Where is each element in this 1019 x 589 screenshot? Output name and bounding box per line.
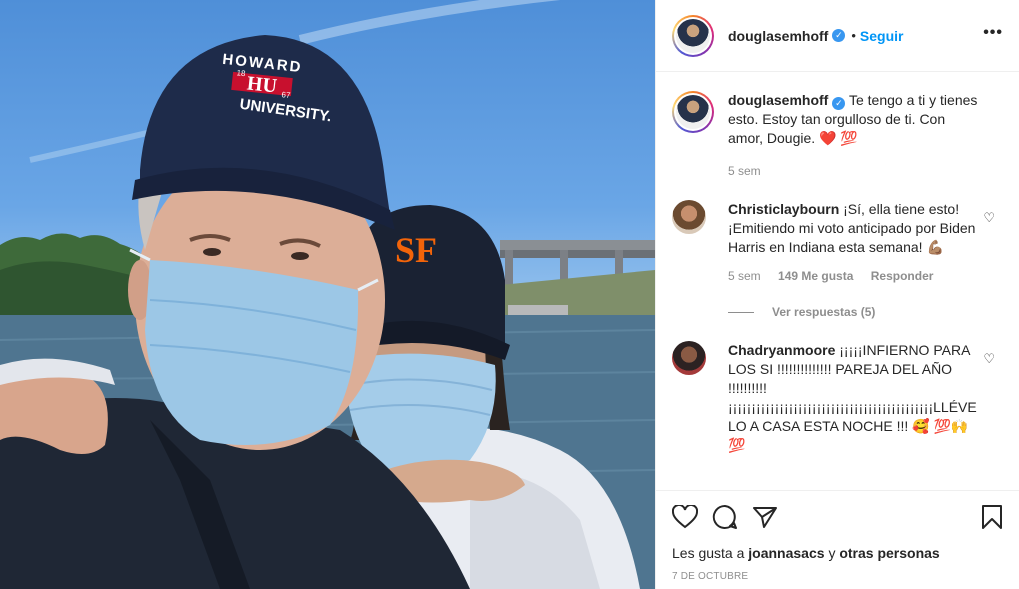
comment-text-block: Chadryanmoore ¡¡¡¡¡INFIERNO PARA LOS SI … bbox=[728, 341, 978, 455]
comment-text: ¡¡¡¡¡INFIERNO PARA LOS SI !!!!!!!!!!!!!!… bbox=[728, 342, 977, 453]
likes-summary: Les gusta a joannasacs y otras personas bbox=[672, 545, 1003, 561]
caption-username[interactable]: douglasemhoff bbox=[728, 92, 828, 108]
more-icon[interactable]: ••• bbox=[983, 24, 1003, 42]
likes-others[interactable]: otras personas bbox=[839, 545, 939, 561]
author-username[interactable]: douglasemhoff bbox=[728, 28, 828, 44]
comment-meta: 5 sem 149 Me gusta Responder bbox=[728, 269, 1003, 283]
comment-likes[interactable]: 149 Me gusta bbox=[778, 269, 853, 283]
share-icon[interactable] bbox=[752, 505, 778, 532]
like-comment-icon[interactable]: ♡ bbox=[983, 351, 995, 367]
cap-year-right: 67 bbox=[281, 90, 291, 100]
reply-button[interactable]: Responder bbox=[871, 269, 934, 283]
separator-dot: • bbox=[851, 28, 856, 43]
post-date[interactable]: 7 DE OCTUBRE bbox=[672, 571, 1003, 582]
comment-username[interactable]: Chadryanmoore bbox=[728, 342, 835, 358]
comments-list[interactable]: douglasemhoff ✓ Te tengo a ti y tienes es… bbox=[656, 73, 1019, 489]
post-footer: Les gusta a joannasacs y otras personas … bbox=[656, 490, 1019, 589]
view-replies-button[interactable]: Ver respuestas (5) bbox=[728, 305, 1003, 319]
bookmark-icon[interactable] bbox=[981, 504, 1003, 533]
post-header: douglasemhoff ✓ • Seguir ••• bbox=[656, 0, 1019, 72]
svg-text:SF: SF bbox=[395, 230, 437, 270]
follow-button[interactable]: Seguir bbox=[860, 28, 904, 44]
heart-icon[interactable] bbox=[671, 503, 699, 532]
like-comment-icon[interactable]: ♡ bbox=[983, 210, 995, 226]
caption-time[interactable]: 5 sem bbox=[728, 164, 761, 178]
commenter-avatar[interactable] bbox=[672, 200, 706, 234]
comment-item: Chadryanmoore ¡¡¡¡¡INFIERNO PARA LOS SI … bbox=[672, 341, 1003, 455]
author-avatar[interactable] bbox=[672, 14, 714, 57]
commenter-avatar[interactable] bbox=[672, 341, 706, 375]
replies-divider bbox=[728, 311, 754, 313]
photo-illustration: SF HOWARD HU 18 67 UNIVERSITY. bbox=[0, 0, 655, 589]
post-sidebar: douglasemhoff ✓ • Seguir ••• douglasemho… bbox=[655, 0, 1019, 589]
comment-text-block: Christiclaybourn ¡Sí, ella tiene esto! ¡… bbox=[728, 200, 978, 257]
post-modal: SF HOWARD HU 18 67 UNIVERSITY. douglasem… bbox=[0, 0, 1019, 589]
verified-icon: ✓ bbox=[832, 29, 846, 42]
comment-item: Christiclaybourn ¡Sí, ella tiene esto! ¡… bbox=[672, 200, 1003, 257]
caption-avatar[interactable] bbox=[672, 91, 714, 133]
cap-year-left: 18 bbox=[236, 68, 246, 78]
cap-text-mid: HU bbox=[246, 72, 278, 97]
caption-text-block: douglasemhoff ✓ Te tengo a ti y tienes es… bbox=[728, 91, 978, 148]
post-photo[interactable]: SF HOWARD HU 18 67 UNIVERSITY. bbox=[0, 0, 655, 589]
view-replies-label: Ver respuestas (5) bbox=[772, 305, 876, 319]
action-bar bbox=[671, 491, 1003, 545]
likes-prefix: Les gusta a bbox=[672, 545, 745, 561]
verified-icon: ✓ bbox=[832, 97, 846, 110]
comment-time[interactable]: 5 sem bbox=[728, 269, 761, 283]
likes-user[interactable]: joannasacs bbox=[748, 545, 824, 561]
caption-meta: 5 sem bbox=[728, 164, 1003, 178]
comment-username[interactable]: Christiclaybourn bbox=[728, 201, 839, 217]
likes-and: y bbox=[828, 545, 836, 561]
caption: douglasemhoff ✓ Te tengo a ti y tienes es… bbox=[672, 91, 1003, 148]
comment-icon[interactable] bbox=[712, 504, 738, 533]
